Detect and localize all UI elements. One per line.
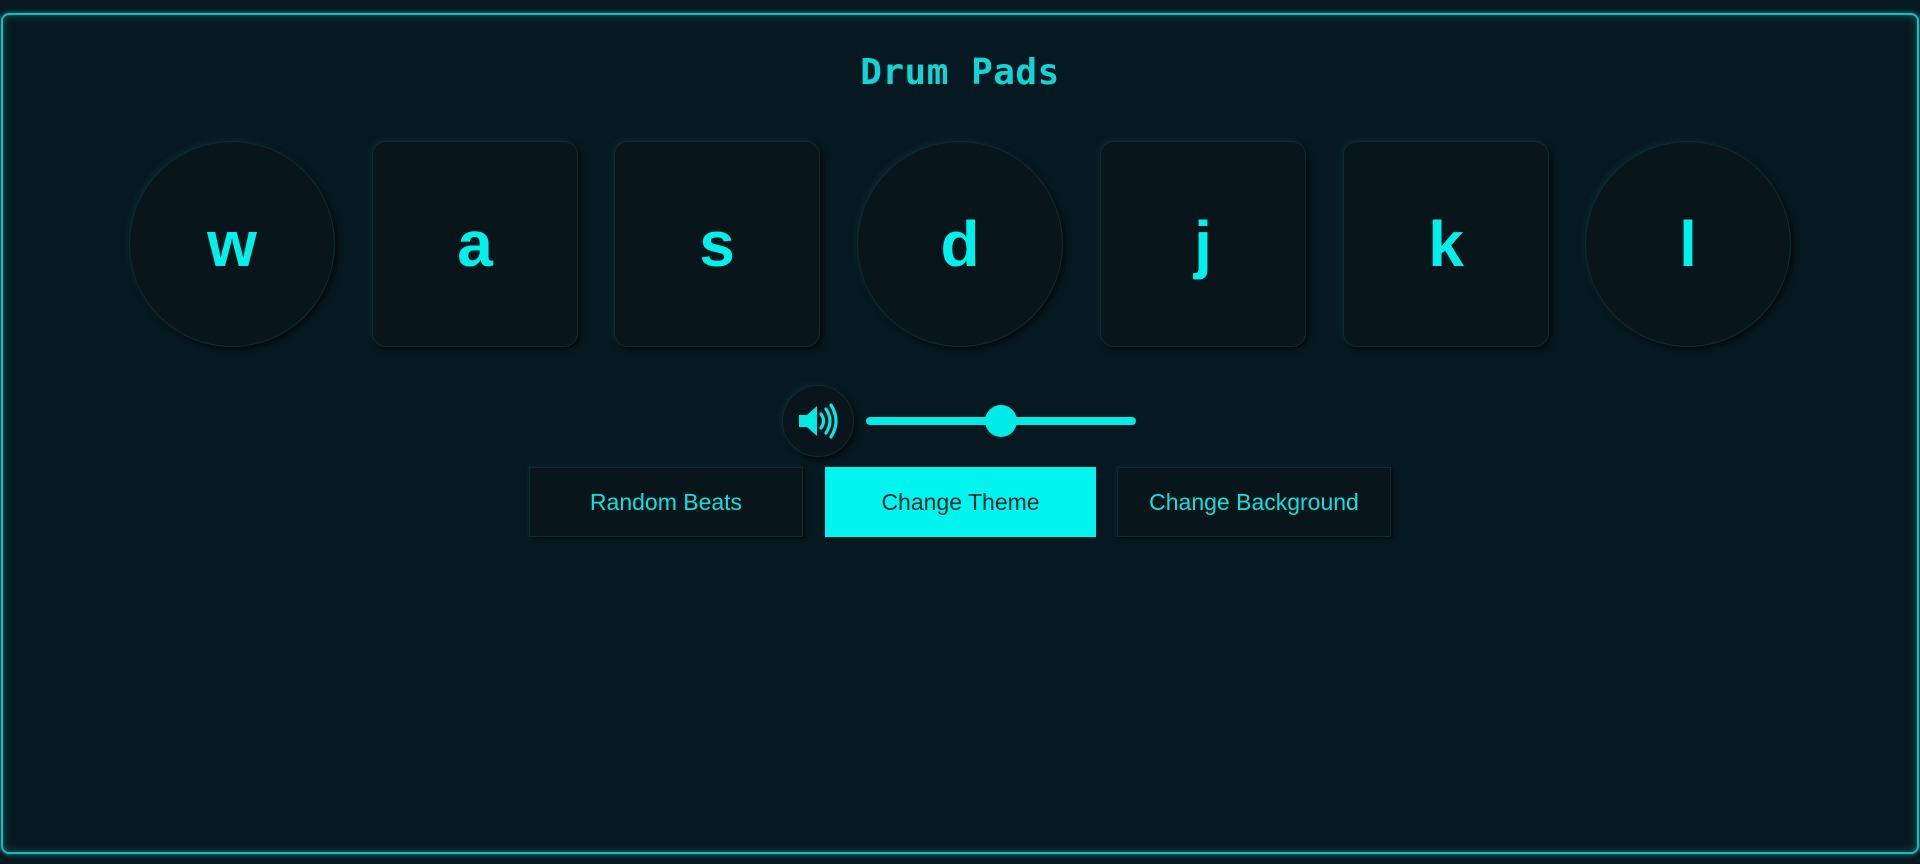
drum-pad-l[interactable]: l — [1585, 141, 1791, 347]
volume-control — [0, 385, 1920, 457]
speaker-volume-icon — [799, 403, 838, 439]
drum-pad-a[interactable]: a — [372, 141, 578, 347]
volume-slider-thumb[interactable] — [985, 405, 1017, 437]
change-theme-button[interactable]: Change Theme — [825, 467, 1096, 537]
control-buttons: Random Beats Change Theme Change Backgro… — [0, 467, 1920, 539]
drum-pad-d[interactable]: d — [857, 141, 1063, 347]
drum-pad-j[interactable]: j — [1100, 141, 1306, 347]
random-beats-button[interactable]: Random Beats — [529, 467, 803, 537]
mute-button[interactable] — [782, 385, 854, 457]
page-title: Drum Pads — [860, 52, 1060, 93]
drum-pad-w[interactable]: w — [129, 141, 335, 347]
drum-pad-k[interactable]: k — [1343, 141, 1549, 347]
volume-slider[interactable] — [866, 405, 1136, 437]
drum-pads: w a s d j k l — [0, 141, 1920, 347]
change-background-button[interactable]: Change Background — [1117, 467, 1391, 537]
drum-pad-s[interactable]: s — [614, 141, 820, 347]
